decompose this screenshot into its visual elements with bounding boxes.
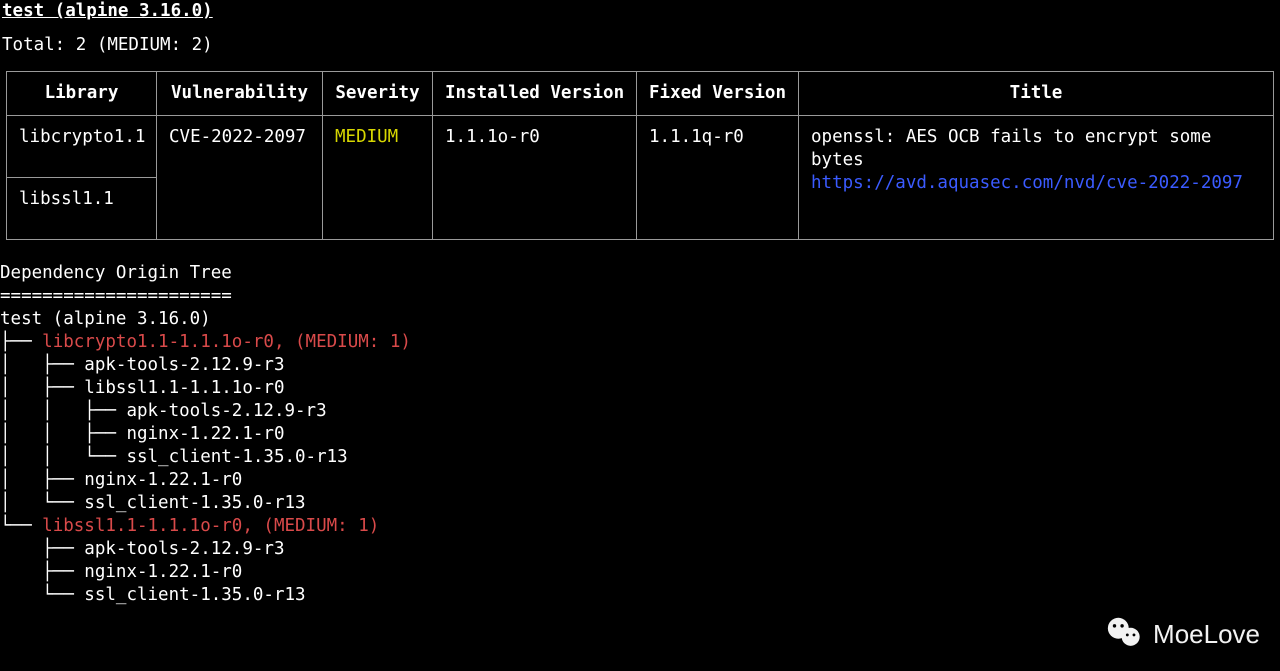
watermark: MoeLove [1105, 614, 1260, 655]
tree-node-vulnerable: libcrypto1.1-1.1.1o-r0, (MEDIUM: 1) [42, 332, 411, 352]
tree-root: test (alpine 3.16.0) [0, 309, 211, 329]
vulnerability-table: Library Vulnerability Severity Installed… [6, 71, 1274, 240]
col-header-library: Library [7, 72, 157, 116]
cell-library: libssl1.1 [7, 178, 157, 240]
tree-rule: ====================== [0, 286, 232, 306]
tree-heading: Dependency Origin Tree [0, 263, 232, 283]
col-header-title: Title [799, 72, 1274, 116]
cell-severity: MEDIUM [323, 116, 433, 240]
col-header-installed: Installed Version [433, 72, 637, 116]
terminal-output: test (alpine 3.16.0) Total: 2 (MEDIUM: 2… [0, 0, 1280, 607]
col-header-fixed: Fixed Version [637, 72, 799, 116]
tree-node: libssl1.1-1.1.1o-r0 [84, 378, 284, 398]
tree-node: nginx-1.22.1-r0 [84, 470, 242, 490]
cell-vulnerability: CVE-2022-2097 [157, 116, 323, 240]
dependency-tree: Dependency Origin Tree =================… [0, 240, 1280, 607]
wechat-icon [1105, 614, 1143, 655]
cell-fixed: 1.1.1q-r0 [637, 116, 799, 240]
table-header-row: Library Vulnerability Severity Installed… [7, 72, 1274, 116]
cell-library: libcrypto1.1 [7, 116, 157, 178]
tree-node: ssl_client-1.35.0-r13 [84, 493, 305, 513]
total-summary: Total: 2 (MEDIUM: 2) [0, 23, 1280, 71]
tree-node: nginx-1.22.1-r0 [84, 562, 242, 582]
tree-node: ssl_client-1.35.0-r13 [84, 585, 305, 605]
tree-node: apk-tools-2.12.9-r3 [84, 539, 284, 559]
scan-target-header: test (alpine 3.16.0) [0, 0, 1280, 23]
col-header-vulnerability: Vulnerability [157, 72, 323, 116]
tree-node: apk-tools-2.12.9-r3 [84, 355, 284, 375]
tree-node: ssl_client-1.35.0-r13 [126, 447, 347, 467]
vuln-title-text: openssl: AES OCB fails to encrypt some b… [811, 127, 1211, 170]
table-row: libcrypto1.1 CVE-2022-2097 MEDIUM 1.1.1o… [7, 116, 1274, 178]
tree-node: apk-tools-2.12.9-r3 [126, 401, 326, 421]
severity-badge: MEDIUM [335, 127, 398, 147]
tree-node: nginx-1.22.1-r0 [126, 424, 284, 444]
tree-node-vulnerable: libssl1.1-1.1.1o-r0, (MEDIUM: 1) [42, 516, 379, 536]
cell-installed: 1.1.1o-r0 [433, 116, 637, 240]
cell-title: openssl: AES OCB fails to encrypt some b… [799, 116, 1274, 240]
watermark-text: MoeLove [1153, 623, 1260, 646]
col-header-severity: Severity [323, 72, 433, 116]
vuln-link[interactable]: https://avd.aquasec.com/nvd/cve-2022-209… [811, 173, 1243, 193]
